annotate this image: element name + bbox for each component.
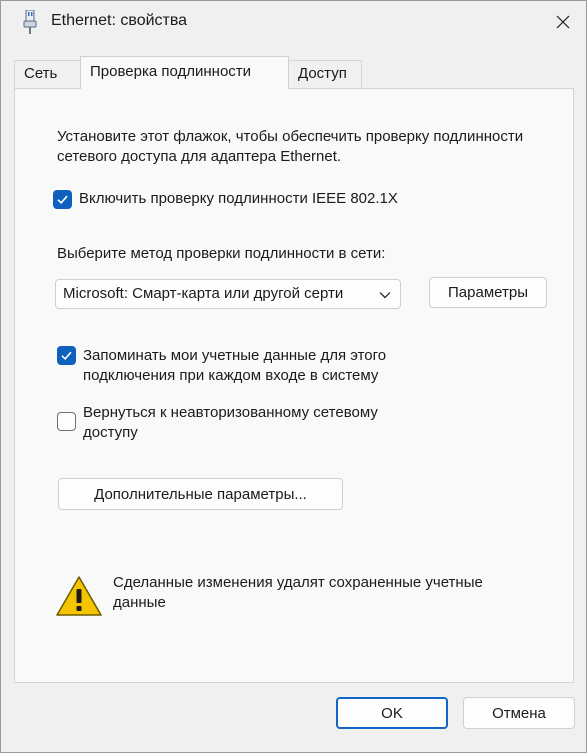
cancel-button[interactable]: Отмена [463,697,575,729]
tab-network[interactable]: Сеть [14,60,81,88]
method-label: Выберите метод проверки подлинности в се… [57,245,386,262]
network-adapter-icon [21,9,39,34]
window-title: Ethernet: свойства [51,12,188,29]
title-bar: Ethernet: свойства [1,1,586,45]
warning-line1: Сделанные изменения удалят сохраненные у… [113,574,483,591]
checkmark-icon [61,351,72,360]
tab-sharing[interactable]: Доступ [288,60,362,88]
checkmark-icon [57,195,68,204]
remember-credentials-line1: Запоминать мои учетные данные для этого [83,347,387,364]
params-button[interactable]: Параметры [429,277,547,308]
warning-line2: данные [113,594,166,611]
fallback-line1: Вернуться к неавторизованному сетевому [83,404,378,421]
warning-icon [55,574,103,618]
fallback-line2: доступу [83,424,138,441]
tab-authentication[interactable]: Проверка подлинности [80,56,289,89]
enable-8021x-label[interactable]: Включить проверку подлинности IEEE 802.1… [79,189,398,209]
remember-credentials-line2: подключения при каждом входе в систему [83,367,379,384]
ok-button[interactable]: OK [336,697,448,729]
chevron-down-icon [379,292,391,299]
properties-dialog: Ethernet: свойства Сеть Проверка подлинн… [0,0,587,753]
remember-credentials-label[interactable]: Запоминать мои учетные данные для этого … [83,346,386,386]
auth-method-select[interactable]: Microsoft: Смарт-карта или другой серти [55,279,401,309]
authentication-panel: Установите этот флажок, чтобы обеспечить… [14,88,574,683]
warning-text: Сделанные изменения удалят сохраненные у… [113,573,483,613]
remember-credentials-checkbox[interactable] [57,346,76,365]
fallback-unauthorized-label[interactable]: Вернуться к неавторизованному сетевому д… [83,403,378,443]
close-icon [556,15,570,29]
description-text: Установите этот флажок, чтобы обеспечить… [57,128,524,165]
close-button[interactable] [546,7,580,37]
enable-8021x-checkbox[interactable] [53,190,72,209]
fallback-unauthorized-checkbox[interactable] [57,412,76,431]
auth-method-value: Microsoft: Смарт-карта или другой серти [63,285,344,302]
advanced-settings-button[interactable]: Дополнительные параметры... [58,478,343,510]
